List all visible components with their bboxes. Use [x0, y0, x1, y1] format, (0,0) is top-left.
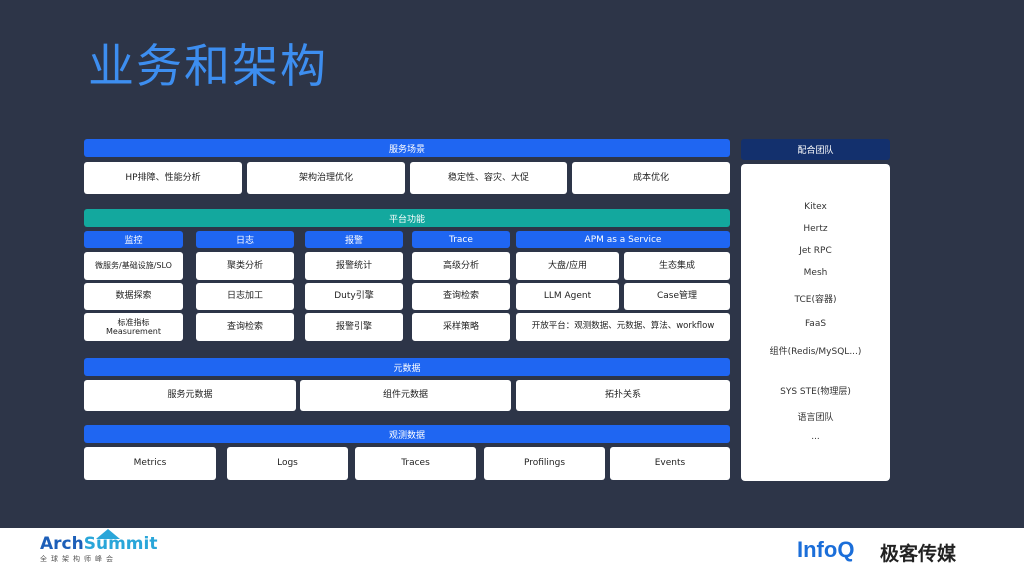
- monitor-column-header: 监控: [84, 231, 183, 248]
- log-item: 聚类分析: [196, 252, 294, 280]
- trace-column-header: Trace: [412, 231, 510, 248]
- scenario-item: HP排障、性能分析: [84, 162, 242, 194]
- platform-header: 平台功能: [84, 209, 730, 227]
- scenario-item: 稳定性、容灾、大促: [410, 162, 567, 194]
- alarm-item: Duty引擎: [305, 283, 403, 310]
- page-title: 业务和架构: [88, 39, 328, 93]
- metadata-header: 元数据: [84, 358, 730, 376]
- metadata-item: 服务元数据: [84, 380, 296, 411]
- apm-column-header: APM as a Service: [516, 231, 730, 248]
- archsummit-subtitle: 全球架构师峰会: [40, 555, 117, 563]
- infoq-logo: InfoQ: [797, 537, 854, 563]
- alarm-item: 报警引擎: [305, 313, 403, 341]
- infoq-name-b: Q: [837, 537, 855, 562]
- observability-item: Metrics: [84, 447, 216, 480]
- team-item: Kitex: [804, 202, 827, 212]
- log-item: 日志加工: [196, 283, 294, 310]
- team-item: TCE(容器): [794, 295, 837, 305]
- team-item: ...: [811, 432, 820, 442]
- observability-item: Events: [610, 447, 730, 480]
- log-item: 查询检索: [196, 313, 294, 341]
- apm-item: Case管理: [624, 283, 730, 310]
- observability-header: 观测数据: [84, 425, 730, 443]
- apm-item: 大盘/应用: [516, 252, 619, 280]
- apm-item: 生态集成: [624, 252, 730, 280]
- scenario-item: 成本优化: [572, 162, 730, 194]
- observability-item: Logs: [227, 447, 348, 480]
- archsummit-name-b: Summit: [83, 534, 158, 554]
- infoq-name-a: Info: [797, 537, 838, 562]
- team-item: Hertz: [803, 224, 828, 234]
- observability-item: Traces: [355, 447, 476, 480]
- team-item: 组件(Redis/MySQL...): [769, 347, 862, 357]
- team-item: SYS STE(物理层): [780, 387, 851, 397]
- log-column-header: 日志: [196, 231, 294, 248]
- monitor-item: 数据探索: [84, 283, 183, 310]
- monitor-item: 微服务/基础设施/SLO: [84, 252, 183, 280]
- metadata-item: 拓扑关系: [516, 380, 730, 411]
- team-item: 语言团队: [797, 413, 834, 423]
- team-item: Mesh: [803, 268, 828, 278]
- metadata-item: 组件元数据: [300, 380, 511, 411]
- monitor-item: 标准指标 Measurement: [84, 313, 183, 341]
- team-header: 配合团队: [741, 139, 890, 160]
- team-item: FaaS: [804, 319, 827, 329]
- archsummit-logo: ArchSummit 全球架构师峰会: [40, 534, 157, 564]
- alarm-column-header: 报警: [305, 231, 403, 248]
- trace-item: 采样策略: [412, 313, 510, 341]
- scenario-item: 架构治理优化: [247, 162, 405, 194]
- scenario-header: 服务场景: [84, 139, 730, 157]
- trace-item: 查询检索: [412, 283, 510, 310]
- apm-item: LLM Agent: [516, 283, 619, 310]
- apm-open-platform: 开放平台：观测数据、元数据、算法、workflow: [516, 313, 730, 341]
- observability-item: Profilings: [484, 447, 605, 480]
- geek-media-logo: 极客传媒: [880, 543, 957, 565]
- slide: 业务和架构 服务场景 HP排障、性能分析 架构治理优化 稳定性、容灾、大促 成本…: [0, 0, 1024, 528]
- archsummit-name-a: Arch: [40, 534, 84, 554]
- team-panel: Kitex Hertz Jet RPC Mesh TCE(容器) FaaS 组件…: [741, 164, 890, 481]
- alarm-item: 报警统计: [305, 252, 403, 280]
- team-item: Jet RPC: [799, 246, 832, 256]
- trace-item: 高级分析: [412, 252, 510, 280]
